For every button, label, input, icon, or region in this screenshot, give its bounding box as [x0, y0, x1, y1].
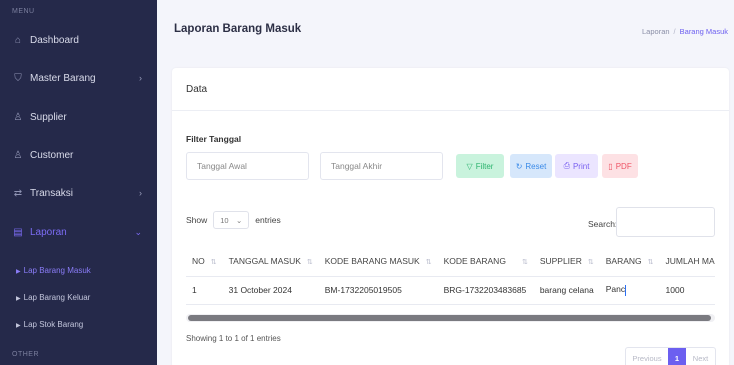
table-row: 1 31 October 2024 BM-1732205019505 BRG-1…: [186, 276, 715, 305]
horizontal-scrollbar[interactable]: [186, 314, 715, 322]
sidebar-item-laporan[interactable]: ▤ Laporan ⌄: [12, 222, 152, 242]
chevron-right-icon: ›: [139, 73, 142, 83]
sidebar-subitem-label: Lap Barang Masuk: [23, 266, 91, 275]
refresh-icon: ↻: [515, 161, 523, 171]
chevron-right-icon: ›: [139, 188, 142, 198]
cell-supplier: barang celana: [533, 276, 600, 305]
start-date-placeholder: Tanggal Awal: [197, 161, 247, 171]
sidebar-item-supplier[interactable]: ♙ Supplier: [12, 107, 152, 127]
reset-button[interactable]: ↻ Reset: [510, 154, 552, 178]
sort-icon: ⇅: [521, 258, 528, 266]
sort-icon: ⇅: [425, 258, 432, 266]
breadcrumb-separator: /: [673, 27, 676, 36]
print-button[interactable]: ⎙ Print: [555, 154, 598, 178]
sidebar: MENU ⌂ Dashboard ⛉ Master Barang › ♙ Sup…: [0, 0, 157, 365]
cell-barang-text: Panc: [605, 284, 626, 295]
cell-barang: Panc: [599, 276, 660, 305]
exchange-icon: ⇄: [13, 187, 23, 199]
file-icon: ▤: [13, 226, 23, 238]
previous-page-button[interactable]: Previous: [626, 348, 668, 365]
sidebar-item-customer[interactable]: ♙ Customer: [12, 145, 152, 165]
column-header-supplier[interactable]: SUPPLIER ⇅: [533, 246, 600, 277]
shield-icon: ⛉: [14, 72, 22, 84]
start-date-input[interactable]: Tanggal Awal: [186, 152, 309, 180]
column-header-barang[interactable]: BARANG ⇅: [599, 246, 660, 277]
sidebar-item-label: Master Barang: [30, 72, 96, 84]
bullet-icon: ▶: [16, 296, 21, 302]
entries-label: entries: [255, 215, 281, 225]
column-header-no[interactable]: NO ⇅: [186, 246, 223, 277]
filter-button[interactable]: ▽ Filter: [456, 154, 504, 178]
chevron-down-icon: ⌄: [235, 215, 243, 225]
entries-select[interactable]: 10 ⌄: [213, 211, 250, 229]
pdf-button[interactable]: ▯ PDF: [602, 154, 638, 178]
sidebar-item-label: Customer: [30, 149, 74, 161]
data-table: NO ⇅ TANGGAL MASUK ⇅ KODE BARANG MASUK ⇅ KO…: [186, 246, 715, 305]
filter-label: Filter Tanggal: [186, 134, 242, 144]
cell-no: 1: [186, 276, 223, 305]
entries-select-value: 10: [220, 215, 229, 225]
column-header-jumlah-masuk[interactable]: JUMLAH MASUK⇅: [659, 246, 715, 277]
print-button-label: Print: [572, 161, 590, 171]
printer-icon: ⎙: [563, 161, 570, 170]
end-date-placeholder: Tanggal Akhir: [331, 161, 383, 171]
end-date-input[interactable]: Tanggal Akhir: [320, 152, 443, 180]
chevron-down-icon: ⌄: [134, 226, 142, 237]
card-divider: [172, 110, 729, 111]
show-label: Show: [186, 215, 208, 225]
text-cursor-icon: [625, 284, 627, 296]
cell-kode-barang: BRG-1732203483685: [437, 276, 534, 305]
column-header-kode-barang-masuk[interactable]: KODE BARANG MASUK ⇅: [318, 246, 438, 277]
sidebar-item-master-barang[interactable]: ⛉ Master Barang ›: [12, 68, 152, 88]
filter-icon: ▽: [466, 161, 473, 171]
filter-button-label: Filter: [475, 161, 494, 171]
breadcrumb-item-laporan[interactable]: Laporan: [642, 27, 670, 36]
sort-icon: ⇅: [587, 258, 594, 266]
search-input[interactable]: [616, 207, 715, 237]
data-card: Data Filter Tanggal Tanggal Awal Tanggal…: [172, 68, 729, 365]
sidebar-item-transaksi[interactable]: ⇄ Transaksi ›: [12, 183, 152, 203]
entries-length-control: Show 10 ⌄ entries: [186, 211, 281, 229]
sidebar-subitem-label: Lap Barang Keluar: [23, 293, 91, 302]
bullet-icon: ▶: [16, 269, 21, 275]
sidebar-item-label: Laporan: [30, 226, 67, 238]
other-heading: OTHER: [12, 351, 39, 358]
sidebar-subitem-label: Lap Stok Barang: [23, 320, 84, 329]
pdf-file-icon: ▯: [608, 161, 613, 171]
column-header-tanggal-masuk[interactable]: TANGGAL MASUK ⇅: [222, 246, 319, 277]
breadcrumb: Laporan / Barang Masuk: [642, 27, 728, 36]
table-scroll-container: NO ⇅ TANGGAL MASUK ⇅ KODE BARANG MASUK ⇅ KO…: [186, 246, 715, 314]
column-header-kode-barang[interactable]: KODE BARANG ⇅: [437, 246, 534, 277]
user-icon: ♙: [13, 149, 23, 161]
cell-jumlah-masuk: 1000: [659, 276, 715, 305]
sidebar-subitem-lap-barang-keluar[interactable]: ▶ Lap Barang Keluar: [16, 293, 90, 302]
menu-heading: MENU: [12, 8, 35, 15]
page-1-button[interactable]: 1: [668, 348, 686, 365]
reset-button-label: Reset: [525, 161, 547, 171]
card-title: Data: [186, 84, 208, 95]
sidebar-subitem-lap-barang-masuk[interactable]: ▶ Lap Barang Masuk: [16, 266, 91, 275]
sidebar-subitem-lap-stok-barang[interactable]: ▶ Lap Stok Barang: [16, 320, 83, 329]
cell-tanggal-masuk: 31 October 2024: [222, 276, 319, 305]
page-title: Laporan Barang Masuk: [174, 23, 302, 35]
next-page-button[interactable]: Next: [686, 348, 715, 365]
sort-icon: ⇅: [306, 258, 313, 266]
user-icon: ♙: [13, 111, 23, 123]
breadcrumb-item-current: Barang Masuk: [679, 27, 728, 36]
home-icon: ⌂: [14, 34, 22, 46]
pdf-button-label: PDF: [615, 161, 632, 171]
bullet-icon: ▶: [16, 323, 21, 329]
table-header-row: NO ⇅ TANGGAL MASUK ⇅ KODE BARANG MASUK ⇅ KO…: [186, 246, 715, 277]
sort-icon: ⇅: [210, 258, 217, 266]
cell-kode-barang-masuk: BM-1732205019505: [318, 276, 438, 305]
sidebar-item-label: Transaksi: [30, 187, 73, 199]
sidebar-item-label: Dashboard: [30, 34, 79, 46]
scrollbar-thumb[interactable]: [188, 315, 711, 321]
sidebar-item-dashboard[interactable]: ⌂ Dashboard: [12, 30, 152, 50]
entries-info: Showing 1 to 1 of 1 entries: [186, 334, 281, 343]
sidebar-item-label: Supplier: [30, 111, 67, 123]
pagination: Previous 1 Next: [625, 347, 716, 365]
search-label: Search:: [588, 219, 618, 229]
sort-icon: ⇅: [647, 258, 654, 266]
